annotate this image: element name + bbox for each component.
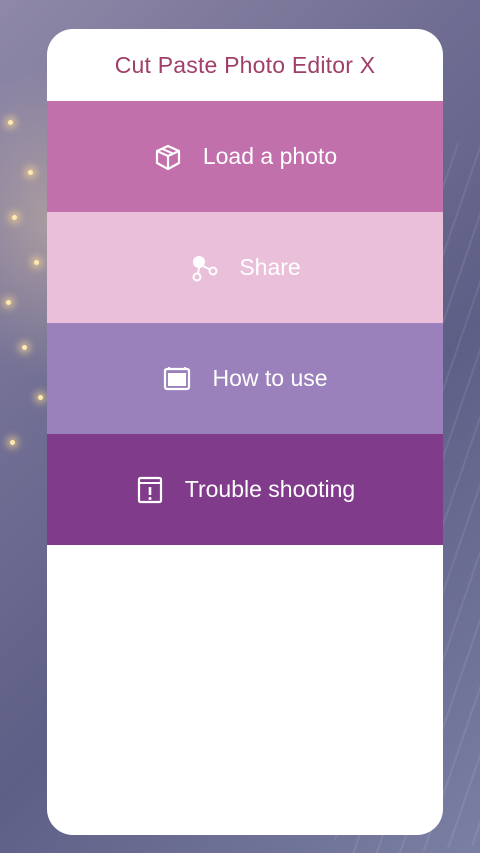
fairy-light (10, 440, 15, 445)
fairy-light (38, 395, 43, 400)
window-icon (162, 364, 192, 394)
share-icon (189, 253, 219, 283)
share-label: Share (239, 254, 301, 280)
screen: Cut Paste Photo Editor X Load a photo Sh… (0, 0, 480, 853)
fairy-light (34, 260, 39, 265)
fairy-light (28, 170, 33, 175)
share-button[interactable]: Share (47, 212, 443, 323)
trouble-shooting-button[interactable]: Trouble shooting (47, 434, 443, 545)
app-title: Cut Paste Photo Editor X (114, 51, 376, 78)
trouble-shooting-label: Trouble shooting (184, 476, 356, 502)
main-menu-card: Cut Paste Photo Editor X Load a photo Sh… (47, 29, 443, 835)
how-to-use-button[interactable]: How to use (47, 323, 443, 434)
fairy-light (8, 120, 13, 125)
load-photo-label: Load a photo (202, 143, 338, 169)
fairy-light (22, 345, 27, 350)
box-icon (153, 142, 183, 172)
alert-window-icon (135, 475, 165, 505)
fairy-light (12, 215, 17, 220)
how-to-use-label: How to use (212, 365, 328, 391)
load-photo-button[interactable]: Load a photo (47, 101, 443, 212)
fairy-light (6, 300, 11, 305)
